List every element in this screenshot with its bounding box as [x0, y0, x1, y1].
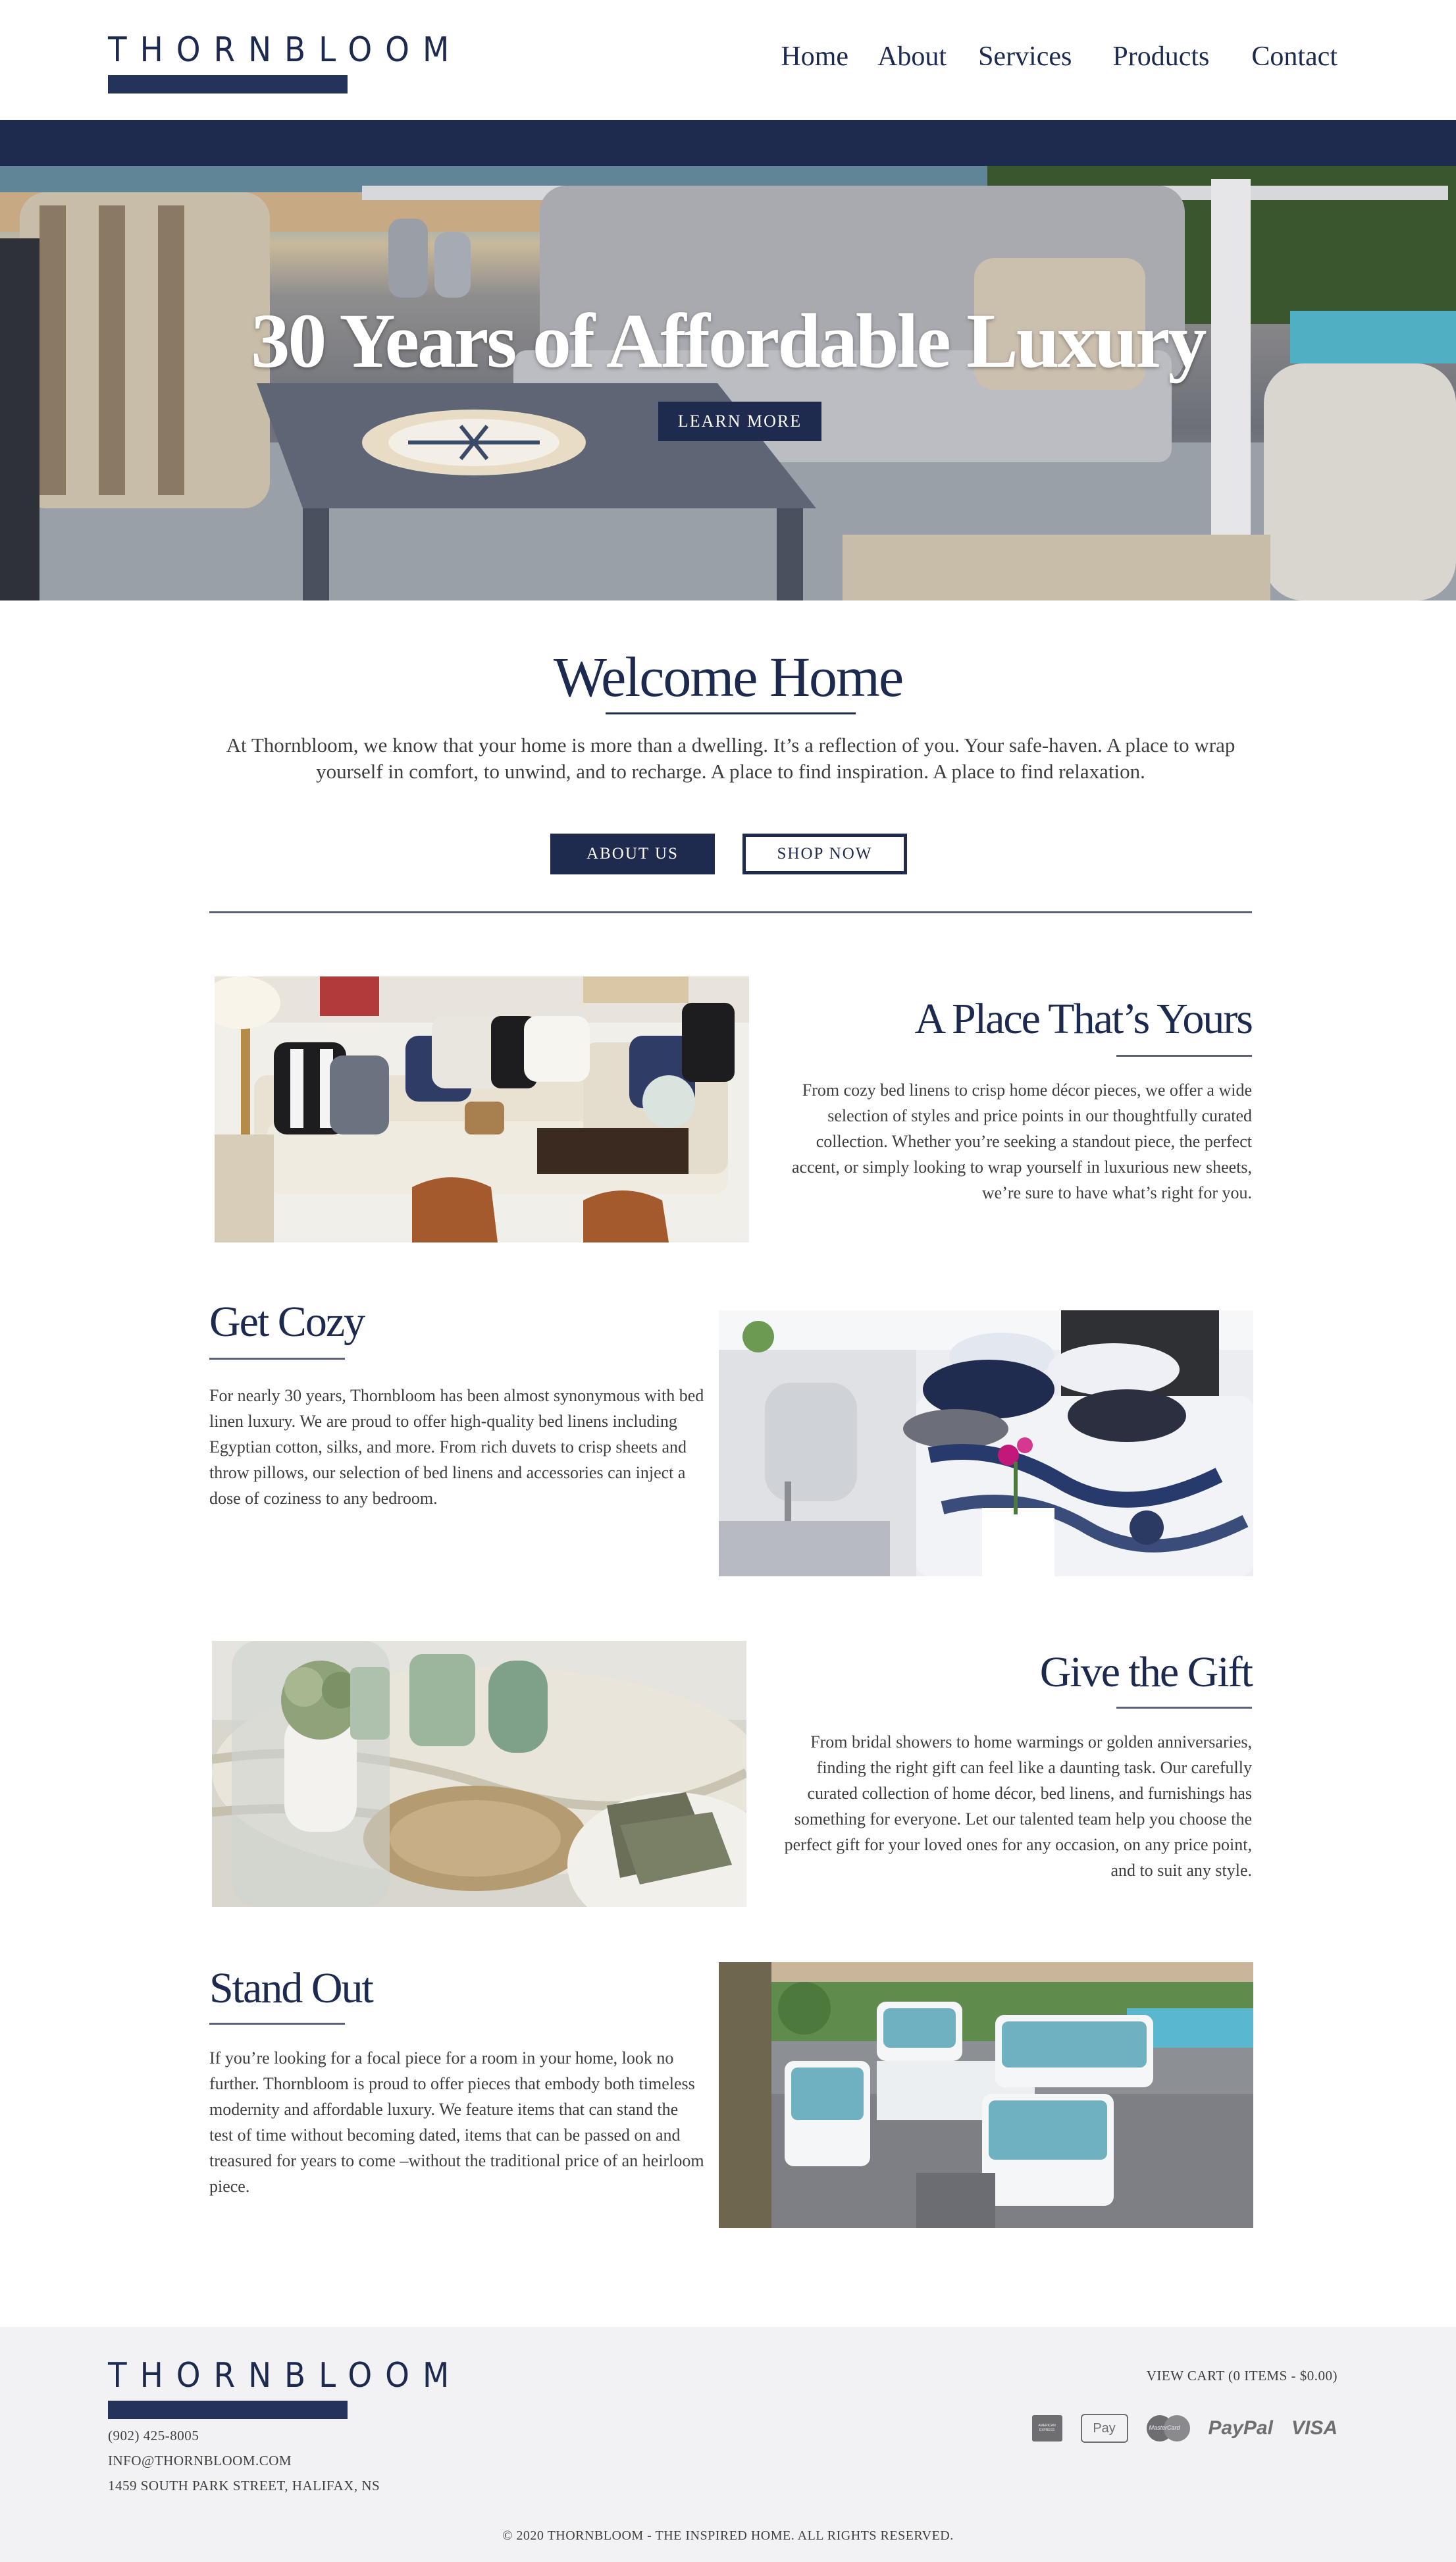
- nav-about-link[interactable]: About: [877, 41, 947, 72]
- section-text-gift: From bridal showers to home warmings or …: [784, 1732, 1252, 1880]
- footer-logo[interactable]: THORNBLOOM: [108, 2356, 463, 2419]
- shop-now-button[interactable]: SHOP NOW: [742, 834, 907, 874]
- section-title-standout: Stand Out: [209, 1964, 374, 2012]
- section-title-gift: Give the Gift: [1039, 1648, 1253, 1696]
- section-underline-standout: [209, 2023, 345, 2025]
- welcome-title-underline: [606, 712, 856, 714]
- section-divider: [209, 911, 1252, 913]
- section-text-cozy: For nearly 30 years, Thornbloom has been…: [209, 1386, 704, 1508]
- amex-icon: AMERICAN EXPRESS: [1031, 2415, 1062, 2442]
- footer-logo-text: THORNBLOOM: [108, 2356, 463, 2395]
- apple-pay-label: Pay: [1093, 2420, 1116, 2436]
- nav-services-link[interactable]: Services: [978, 41, 1072, 72]
- gift-table-image: [212, 1641, 746, 1907]
- footer-email[interactable]: INFO@THORNBLOOM.COM: [108, 2448, 380, 2473]
- section-underline-place: [1116, 1055, 1252, 1057]
- nav-contact-link[interactable]: Contact: [1251, 41, 1338, 72]
- section-underline-cozy: [209, 1358, 345, 1360]
- about-us-button[interactable]: ABOUT US: [550, 834, 715, 874]
- site-header: THORNBLOOM Home About Services Products …: [0, 0, 1456, 120]
- section-text-place: From cozy bed linens to crisp home décor…: [792, 1081, 1252, 1202]
- site-footer: THORNBLOOM (902) 425-8005 INFO@THORNBLOO…: [0, 2327, 1456, 2562]
- nav-home-link[interactable]: Home: [781, 41, 848, 72]
- footer-phone[interactable]: (902) 425-8005: [108, 2423, 380, 2448]
- section-title-place: A Place That’s Yours: [914, 995, 1253, 1043]
- visa-icon: VISA: [1291, 2417, 1338, 2439]
- amex-label: AMERICAN EXPRESS: [1038, 2424, 1056, 2432]
- living-room-image: [215, 976, 749, 1242]
- section-text-standout: If you’re looking for a focal piece for …: [209, 2048, 704, 2196]
- footer-contact: (902) 425-8005 INFO@THORNBLOOM.COM 1459 …: [108, 2423, 380, 2498]
- learn-more-button[interactable]: LEARN MORE: [658, 402, 821, 441]
- section-underline-gift: [1116, 1707, 1252, 1709]
- brand-logo-bar: [108, 75, 348, 93]
- copyright-text: © 2020 THORNBLOOM - THE INSPIRED HOME. A…: [502, 2528, 954, 2543]
- mastercard-icon: MasterCard: [1146, 2415, 1190, 2442]
- welcome-text: At Thornbloom, we know that your home is…: [226, 734, 1235, 783]
- section-title-cozy: Get Cozy: [209, 1298, 365, 1346]
- main-nav: Home About Services Products Contact: [781, 41, 1338, 72]
- nav-products-link[interactable]: Products: [1112, 41, 1209, 72]
- paypal-icon: PayPal: [1208, 2417, 1273, 2439]
- patio-furniture-image: [719, 1962, 1253, 2228]
- payment-methods: AMERICAN EXPRESS Pay MasterCard PayPal V…: [1031, 2414, 1338, 2443]
- apple-pay-icon: Pay: [1080, 2414, 1128, 2443]
- brand-logo-text: THORNBLOOM: [108, 30, 463, 70]
- mastercard-label: MasterCard: [1149, 2424, 1180, 2431]
- hero-banner: 30 Years of Affordable Luxury LEARN MORE: [0, 166, 1456, 600]
- footer-logo-bar: [108, 2401, 348, 2419]
- hero-title: 30 Years of Affordable Luxury: [251, 298, 1207, 384]
- welcome-title: Welcome Home: [553, 645, 904, 708]
- footer-address: 1459 SOUTH PARK STREET, HALIFAX, NS: [108, 2478, 380, 2494]
- bedroom-image: [719, 1310, 1253, 1576]
- hero-top-band: [0, 120, 1456, 166]
- view-cart-link[interactable]: VIEW CART (0 ITEMS - $0.00): [1147, 2368, 1338, 2384]
- brand-logo[interactable]: THORNBLOOM: [108, 30, 463, 93]
